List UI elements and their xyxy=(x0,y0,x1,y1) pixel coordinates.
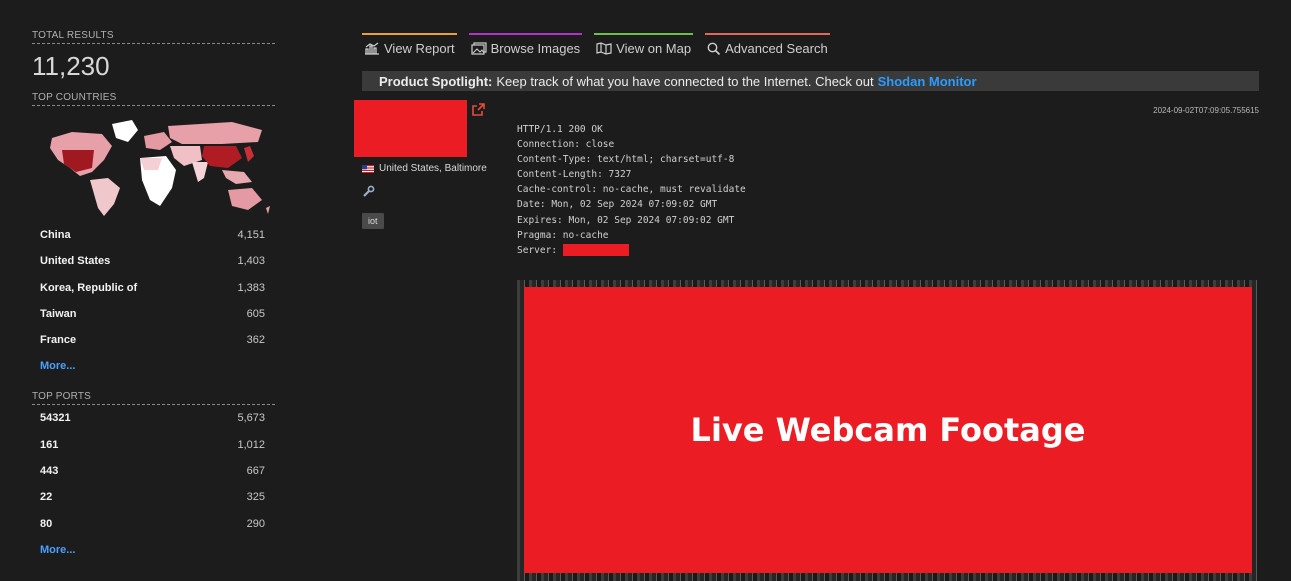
images-icon xyxy=(470,41,487,55)
port-number: 443 xyxy=(40,465,59,478)
banner-line: HTTP/1.1 200 OK xyxy=(517,124,603,135)
banner-line: Content-Length: 7327 xyxy=(517,169,632,181)
host-location: United States, Baltimore xyxy=(362,163,487,174)
total-results-label: TOTAL RESULTS xyxy=(32,30,275,44)
tab-label: Advanced Search xyxy=(725,40,828,56)
top-countries-list: China 4,151 United States 1,403 Korea, R… xyxy=(32,222,275,353)
main-content: View Report Browse Images View on Map Ad… xyxy=(354,0,1259,581)
country-count: 1,403 xyxy=(237,255,265,268)
us-flag-icon xyxy=(362,164,374,173)
chart-icon xyxy=(365,42,379,55)
port-row[interactable]: 161 1,012 xyxy=(32,432,275,458)
tab-label: View Report xyxy=(384,40,455,56)
port-number: 161 xyxy=(40,438,59,451)
port-row[interactable]: 443 667 xyxy=(32,458,275,484)
webcam-footage-cover: Live Webcam Footage xyxy=(524,287,1252,573)
webcam-screenshot[interactable]: Live Webcam Footage xyxy=(517,280,1259,581)
port-count: 667 xyxy=(246,465,265,478)
country-row[interactable]: France 362 xyxy=(32,327,275,353)
banner-line: Content-Type: text/html; charset=utf-8 xyxy=(517,154,735,166)
country-count: 362 xyxy=(246,334,265,347)
total-results-count: 11,230 xyxy=(32,51,110,81)
port-row[interactable]: 80 290 xyxy=(32,511,275,537)
redacted-host-title[interactable] xyxy=(354,100,467,157)
country-count: 1,383 xyxy=(237,281,265,294)
port-number: 80 xyxy=(40,517,53,530)
tab-label: Browse Images xyxy=(490,40,581,56)
country-row[interactable]: United States 1,403 xyxy=(32,248,275,274)
banner-line: Cache-control: no-cache, must revalidate xyxy=(517,184,746,196)
tag-iot[interactable]: iot xyxy=(362,213,384,229)
spotlight-text: Keep track of what you have connected to… xyxy=(496,73,874,89)
banner-line: Expires: Mon, 02 Sep 2024 07:09:02 GMT xyxy=(517,214,735,226)
top-countries-label: TOP COUNTRIES xyxy=(32,92,275,106)
tab-advanced-search[interactable]: Advanced Search xyxy=(705,33,830,59)
wrench-icon[interactable] xyxy=(362,185,375,198)
country-row[interactable]: Korea, Republic of 1,383 xyxy=(32,275,275,301)
external-link-icon[interactable] xyxy=(472,103,485,116)
country-row[interactable]: China 4,151 xyxy=(32,222,275,248)
country-count: 605 xyxy=(246,307,265,320)
port-row[interactable]: 54321 5,673 xyxy=(32,405,275,431)
port-row[interactable]: 22 325 xyxy=(32,484,275,510)
spotlight-prefix: Product Spotlight: xyxy=(379,73,493,89)
location-text: United States, Baltimore xyxy=(379,163,487,174)
server-redaction xyxy=(562,244,629,257)
port-number: 22 xyxy=(40,491,53,504)
country-count: 4,151 xyxy=(237,229,265,241)
banner-line-server: Server: xyxy=(517,243,746,258)
tab-label: View on Map xyxy=(616,40,692,56)
tab-view-report[interactable]: View Report xyxy=(362,33,457,59)
banner-line: Pragma: no-cache xyxy=(517,229,609,241)
world-map[interactable] xyxy=(32,116,275,218)
server-label: Server: xyxy=(517,244,558,256)
map-icon xyxy=(596,41,612,55)
banner-line: Connection: close xyxy=(517,139,615,151)
top-ports-list: 54321 5,673 161 1,012 443 667 22 325 80 … xyxy=(32,405,275,536)
top-ports-label: TOP PORTS xyxy=(32,391,275,406)
country-name: United States xyxy=(40,255,111,268)
countries-more-link[interactable]: More... xyxy=(32,353,275,379)
shodan-monitor-link[interactable]: Shodan Monitor xyxy=(878,74,977,89)
port-count: 325 xyxy=(246,491,265,504)
port-count: 1,012 xyxy=(237,438,265,451)
country-row[interactable]: Taiwan 605 xyxy=(32,301,275,327)
port-count: 5,673 xyxy=(237,412,265,425)
webcam-footage-label: Live Webcam Footage xyxy=(690,411,1086,449)
sidebar: TOTAL RESULTS 11,230 TOP COUNTRIES China… xyxy=(32,30,275,563)
http-banner: HTTP/1.1 200 OK Connection: close Content-… xyxy=(517,122,746,258)
country-name: Taiwan xyxy=(40,307,77,320)
result-timestamp: 2024-09-02T07:09:05.755615 xyxy=(1153,106,1259,115)
action-tabs: View Report Browse Images View on Map Ad… xyxy=(362,33,1259,59)
search-icon xyxy=(707,42,721,55)
country-name: Korea, Republic of xyxy=(40,281,138,294)
banner-line: Date: Mon, 02 Sep 2024 07:09:02 GMT xyxy=(517,199,718,211)
port-number: 54321 xyxy=(40,412,71,425)
country-name: France xyxy=(40,334,77,347)
tab-browse-images[interactable]: Browse Images xyxy=(468,33,583,59)
product-spotlight-banner: Product Spotlight: Keep track of what yo… xyxy=(362,71,1259,91)
port-count: 290 xyxy=(246,517,265,530)
country-name: China xyxy=(40,229,71,241)
ports-more-link[interactable]: More... xyxy=(32,537,275,563)
tab-view-on-map[interactable]: View on Map xyxy=(594,33,694,59)
